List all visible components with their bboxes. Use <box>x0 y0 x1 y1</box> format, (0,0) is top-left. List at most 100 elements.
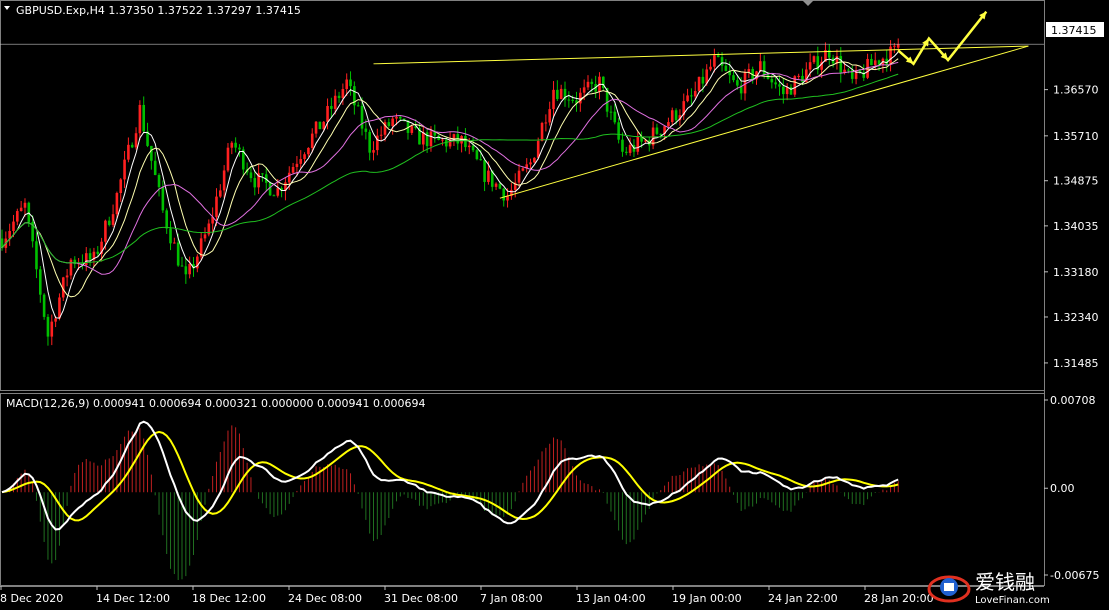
candle <box>127 137 130 163</box>
candle <box>651 121 655 150</box>
candle <box>142 96 146 134</box>
ma-long-line <box>1 73 899 264</box>
candle <box>690 88 693 106</box>
candle <box>636 131 640 155</box>
candle <box>65 269 69 287</box>
time-tick-label: 31 Dec 08:00 <box>384 592 458 605</box>
symbol-header: GBPUSD.Exp,H4 1.37350 1.37522 1.37297 1.… <box>16 4 301 17</box>
candle <box>111 204 115 228</box>
candle <box>234 137 237 153</box>
candle <box>39 266 42 303</box>
time-tick-label: 14 Dec 12:00 <box>96 592 170 605</box>
candle <box>349 71 352 96</box>
candle <box>475 148 479 161</box>
candle <box>387 118 391 128</box>
shift-marker-icon <box>802 0 814 6</box>
candle <box>866 53 869 80</box>
candle <box>747 63 751 78</box>
price-tick-label: 1.34035 <box>1053 220 1099 233</box>
candle <box>682 93 686 120</box>
candle <box>854 65 858 85</box>
price-tick-label: 1.35710 <box>1053 130 1099 143</box>
candle <box>146 122 149 148</box>
candle <box>257 164 260 194</box>
candle <box>812 55 816 64</box>
candle <box>559 84 563 100</box>
candle <box>230 141 234 155</box>
candle <box>544 114 548 132</box>
candle <box>376 128 379 156</box>
candle <box>613 103 617 125</box>
candle <box>73 256 77 269</box>
candle <box>184 257 188 284</box>
candle <box>69 258 73 280</box>
price-tick-label: 1.32340 <box>1053 311 1099 324</box>
candle <box>330 97 333 119</box>
candle <box>307 147 310 157</box>
candle <box>207 219 211 237</box>
projection-arrows <box>897 10 988 66</box>
candle <box>92 247 96 267</box>
candle <box>422 126 425 152</box>
candle <box>686 88 689 103</box>
candle <box>609 105 613 120</box>
time-tick-label: 24 Dec 08:00 <box>288 592 362 605</box>
candle <box>889 40 892 72</box>
candle <box>379 126 383 142</box>
candle <box>372 141 375 161</box>
candle <box>525 158 529 173</box>
price-tick-label: 1.33180 <box>1053 266 1099 279</box>
candle <box>529 158 532 170</box>
time-axis: 8 Dec 2020 14 Dec 12:00 18 Dec 12:00 24 Dec… <box>0 586 934 605</box>
candle <box>356 101 360 107</box>
candle <box>130 142 134 149</box>
candle <box>153 151 157 176</box>
candle <box>188 256 191 279</box>
candle <box>548 101 551 126</box>
candle <box>839 47 843 83</box>
candle <box>353 81 356 115</box>
candle <box>460 135 463 153</box>
time-tick-label: 28 Jan 20:00 <box>864 592 934 605</box>
candle <box>483 157 486 192</box>
macd-tick-label: 0.00708 <box>1050 394 1096 407</box>
candle <box>797 73 800 79</box>
candle <box>134 127 138 150</box>
candle <box>759 53 762 73</box>
candle <box>226 143 230 173</box>
current-price-badge: 1.37415 <box>1046 22 1104 37</box>
candle <box>870 54 873 66</box>
candle <box>778 75 781 96</box>
candle <box>724 59 728 72</box>
candle <box>563 81 567 107</box>
candle <box>433 124 437 143</box>
candle <box>84 247 88 272</box>
candle <box>602 76 605 91</box>
candle <box>119 178 123 202</box>
candle <box>540 121 544 142</box>
candle <box>123 150 126 188</box>
candle <box>456 126 460 150</box>
candle <box>835 49 839 70</box>
candle <box>693 81 697 100</box>
candle <box>253 170 257 196</box>
trading-chart: GBPUSD.Exp,H4 1.37350 1.37522 1.37297 1.… <box>0 0 1104 605</box>
candle <box>35 232 38 279</box>
moving-averages <box>1 51 899 319</box>
time-tick-label: 19 Jan 00:00 <box>672 592 742 605</box>
symbol-menu-icon[interactable] <box>4 6 10 10</box>
candle <box>893 43 896 54</box>
candle <box>586 75 590 91</box>
candle <box>219 184 222 198</box>
trendline[interactable] <box>373 45 1029 65</box>
candles <box>0 38 900 346</box>
time-tick-label: 8 Dec 2020 <box>0 592 63 605</box>
price-tick-label: 1.31485 <box>1053 357 1099 370</box>
candle <box>444 137 448 153</box>
candle <box>598 72 601 100</box>
candle <box>670 107 674 125</box>
price-axis: 1.36570 1.35710 1.34875 1.34035 1.33180 1.323… <box>1044 84 1099 370</box>
candle <box>567 91 571 108</box>
ma-slow-line <box>1 61 899 275</box>
candle <box>107 216 111 227</box>
